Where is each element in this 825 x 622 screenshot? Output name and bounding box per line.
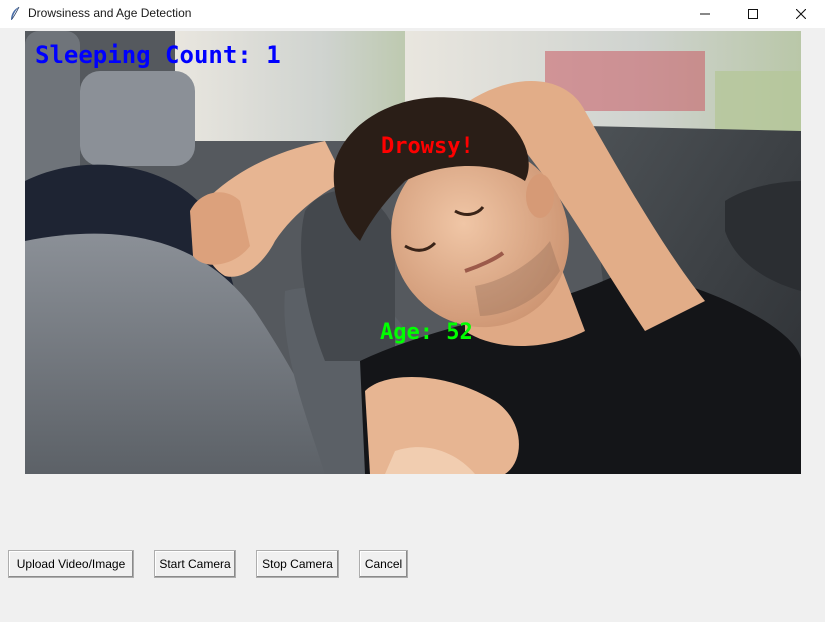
- window-title: Drowsiness and Age Detection: [28, 6, 192, 20]
- maximize-button[interactable]: [730, 0, 776, 28]
- video-display: Sleeping Count: 1 Drowsy! Age: 52: [25, 31, 801, 474]
- upload-video-image-button[interactable]: Upload Video/Image: [8, 550, 134, 578]
- start-camera-button[interactable]: Start Camera: [154, 550, 236, 578]
- car-driver-image: [25, 31, 801, 474]
- cancel-button[interactable]: Cancel: [359, 550, 408, 578]
- maximize-icon: [748, 9, 758, 19]
- minimize-button[interactable]: [682, 0, 728, 28]
- minimize-icon: [700, 9, 710, 19]
- stop-camera-button[interactable]: Stop Camera: [256, 550, 339, 578]
- age-label: Age: 52: [380, 320, 473, 345]
- close-button[interactable]: [778, 0, 824, 28]
- drowsy-status-label: Drowsy!: [381, 134, 474, 159]
- close-icon: [796, 9, 806, 19]
- sleeping-count-label: Sleeping Count: 1: [35, 41, 281, 69]
- app-window: Drowsiness and Age Detection Sleeping Co…: [0, 0, 825, 622]
- title-bar: Drowsiness and Age Detection: [0, 0, 825, 28]
- feather-icon: [8, 6, 22, 22]
